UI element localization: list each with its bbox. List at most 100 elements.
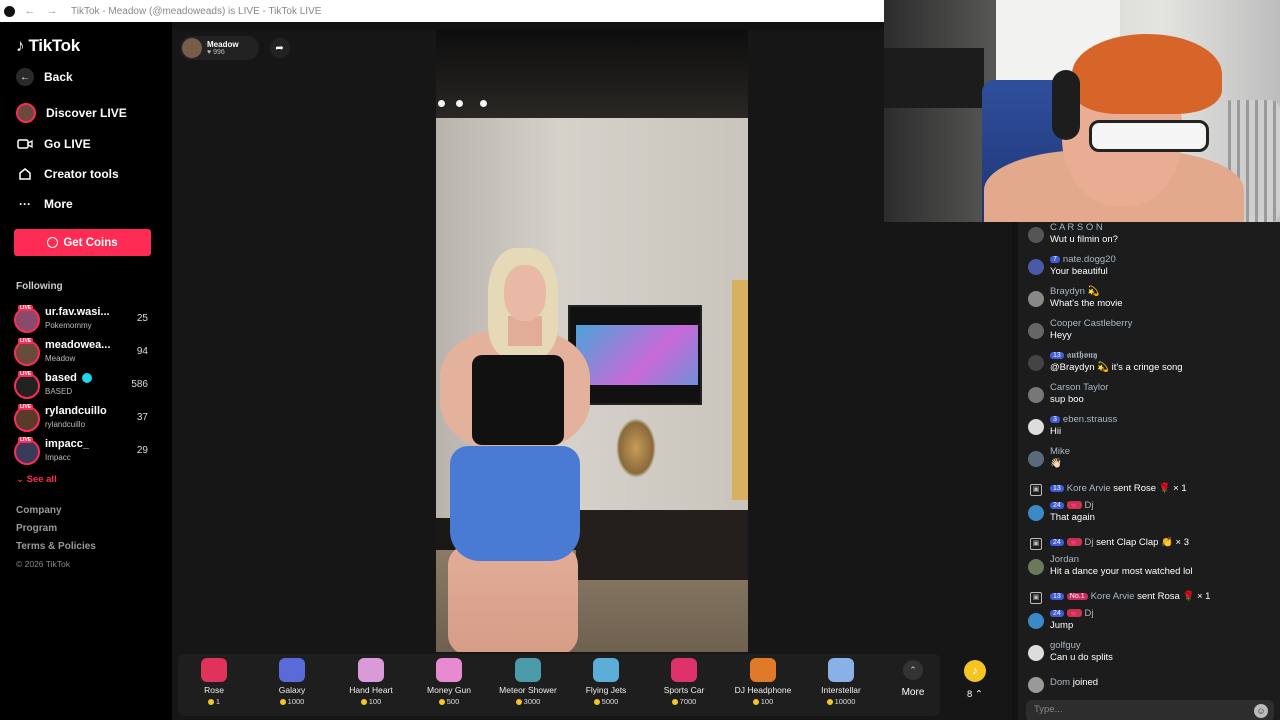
- chat-input-box[interactable]: ☺: [1026, 700, 1274, 720]
- avatar[interactable]: [1028, 227, 1044, 243]
- avatar[interactable]: [1028, 559, 1044, 575]
- viewer-count: 94: [136, 346, 148, 357]
- following-title: Following: [16, 281, 63, 292]
- coin-count-value: 8: [967, 689, 973, 700]
- username-text[interactable]: Kore Arvie: [1091, 591, 1135, 602]
- nav-label: More: [44, 197, 73, 211]
- share-icon[interactable]: ➦: [269, 38, 290, 58]
- coin-icon: [752, 699, 759, 706]
- gift-price-value: 1: [215, 697, 221, 706]
- username-text[interactable]: Dj: [1085, 537, 1094, 548]
- see-all-link[interactable]: ⌄ See all: [16, 474, 57, 485]
- chat-username[interactable]: Braydyn 💫: [1050, 286, 1099, 297]
- video-player[interactable]: [436, 30, 748, 652]
- avatar[interactable]: [1028, 505, 1044, 521]
- gift-item[interactable]: Interstellar 10000: [802, 658, 880, 706]
- person-top: [472, 355, 564, 445]
- chat-username[interactable]: Cooper Castleberry: [1050, 318, 1132, 329]
- nav-go-live[interactable]: Go LIVE: [16, 135, 91, 153]
- gift-item[interactable]: Flying Jets 5000: [567, 658, 645, 706]
- house-icon: [16, 165, 34, 183]
- video-cabinet: [576, 510, 748, 580]
- chat-username[interactable]: 24 💗 Dj: [1050, 500, 1094, 511]
- chat-username[interactable]: 3 eben.strauss: [1050, 414, 1117, 425]
- gift-item[interactable]: Money Gun 500: [410, 658, 488, 706]
- verified-icon: [82, 373, 92, 383]
- gift-price: 5000: [567, 697, 645, 706]
- avatar[interactable]: [1028, 419, 1044, 435]
- avatar[interactable]: [1028, 451, 1044, 467]
- avatar[interactable]: [1028, 677, 1044, 693]
- chat-message: Carson Taylor sup boo: [1018, 382, 1280, 414]
- viewer-count: 29: [136, 445, 148, 456]
- gift-text: sent Clap Clap 👏 × 3: [1096, 537, 1190, 548]
- coin-count: 8 ⌃: [967, 689, 983, 700]
- chat-input[interactable]: [1034, 704, 1244, 715]
- emoji-icon[interactable]: ☺: [1254, 704, 1268, 718]
- chat-username[interactable]: golfguy: [1050, 640, 1081, 651]
- username-text: eben.strauss: [1062, 414, 1118, 425]
- avatar[interactable]: [1028, 259, 1044, 275]
- gift-item[interactable]: Galaxy 1000: [253, 658, 331, 706]
- nav-more[interactable]: ··· More: [16, 195, 73, 213]
- gift-item[interactable]: Rose 1: [175, 658, 253, 706]
- streamer-avatar[interactable]: [182, 38, 202, 58]
- following-item[interactable]: LIVE ur.fav.wasi... Pokemommy 25: [14, 305, 154, 335]
- chat-username[interactable]: Mike: [1050, 446, 1070, 457]
- forward-arrow-icon[interactable]: →: [45, 5, 59, 17]
- chat-message: Braydyn 💫 What's the movie: [1018, 286, 1280, 318]
- get-coins-button[interactable]: Get Coins: [14, 229, 151, 256]
- person-legs: [448, 545, 578, 652]
- nav-label: Go LIVE: [44, 137, 91, 151]
- coin-balance-button[interactable]: ♪ 8 ⌃: [958, 660, 992, 700]
- chat-username[interactable]: 7 nate.dogg20: [1050, 254, 1116, 265]
- following-item[interactable]: LIVE meadowea... Meadow 94: [14, 338, 154, 368]
- nav-label: Discover LIVE: [46, 106, 127, 120]
- username-text[interactable]: Dom: [1050, 677, 1070, 688]
- chat-username[interactable]: 13 𝖆𝖚𝖙𝖍𝖔𝖓𝖞: [1050, 350, 1097, 361]
- username-text[interactable]: Kore Arvie: [1067, 483, 1111, 494]
- streamer-pill[interactable]: Meadow ♥ 996: [180, 36, 259, 60]
- more-label: More: [901, 687, 925, 698]
- nav-discover-live[interactable]: Discover LIVE: [16, 103, 127, 123]
- copyright: © 2026 TikTok: [16, 559, 70, 569]
- footer-link-program[interactable]: Program: [16, 523, 57, 534]
- gift-price-value: 5000: [601, 697, 619, 706]
- tiktok-logo[interactable]: ♪ TikTok: [16, 36, 80, 56]
- following-item[interactable]: LIVE based BASED 586: [14, 371, 154, 401]
- chat-username[interactable]: Jordan: [1050, 554, 1079, 565]
- avatar[interactable]: [1028, 387, 1044, 403]
- gift-text: sent Rosa 🌹 × 1: [1137, 591, 1211, 602]
- streamer-name: Meadow: [207, 40, 239, 49]
- gift-item[interactable]: Sports Car 7000: [645, 658, 723, 706]
- gift-bar: Rose 1 Galaxy 1000 Hand Heart 100 Money Gun 500…: [178, 654, 940, 716]
- gift-more-button[interactable]: ⌃ More: [893, 660, 933, 698]
- back-button[interactable]: ← Back: [16, 68, 73, 86]
- avatar[interactable]: [1028, 291, 1044, 307]
- footer-link-terms[interactable]: Terms & Policies: [16, 541, 96, 552]
- chat-username[interactable]: C A R S O N: [1050, 222, 1103, 233]
- gift-icon: [515, 658, 541, 682]
- avatar[interactable]: [1028, 355, 1044, 371]
- following-item[interactable]: LIVE impacc_ Impacc 29: [14, 437, 154, 467]
- gift-price: 100: [724, 697, 802, 706]
- following-item[interactable]: LIVE rylandcuillo rylandcuillo 37: [14, 404, 154, 434]
- chevron-up-icon: ⌃: [903, 660, 923, 680]
- chat-username[interactable]: Carson Taylor: [1050, 382, 1108, 393]
- footer-link-company[interactable]: Company: [16, 505, 62, 516]
- back-arrow-icon[interactable]: ←: [23, 5, 37, 17]
- avatar[interactable]: [1028, 645, 1044, 661]
- gift-item[interactable]: DJ Headphone 100: [724, 658, 802, 706]
- gift-item[interactable]: Meteor Shower 3000: [489, 658, 567, 706]
- gift-price-value: 3000: [523, 697, 541, 706]
- gift-icon: [671, 658, 697, 682]
- chat-message: Mike 👋🏻: [1018, 446, 1280, 478]
- gift-line: 24 💗 Dj sent Clap Clap 👏 × 3: [1050, 537, 1189, 548]
- avatar[interactable]: [1028, 323, 1044, 339]
- gift-price: 1000: [253, 697, 331, 706]
- avatar[interactable]: [1028, 613, 1044, 629]
- nav-creator-tools[interactable]: Creator tools: [16, 165, 119, 183]
- gift-name: Flying Jets: [585, 685, 627, 695]
- gift-item[interactable]: Hand Heart 100: [332, 658, 410, 706]
- chat-username[interactable]: 24 💗 Dj: [1050, 608, 1094, 619]
